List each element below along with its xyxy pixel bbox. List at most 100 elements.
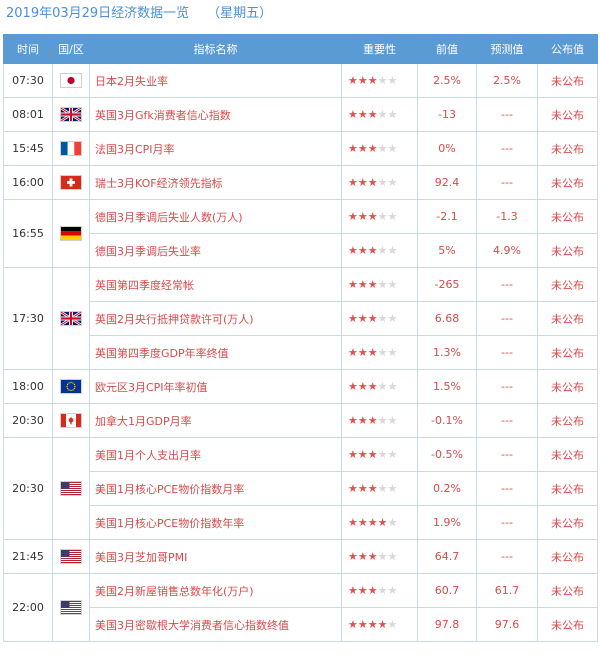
switzerland-flag-icon [60,175,82,190]
france-flag-icon [60,141,82,156]
usa-flag-icon [60,549,82,564]
importance-stars: ★★★★★ [341,199,418,234]
forecast-value: 2.5% [476,63,538,98]
japan-flag-icon [60,73,82,88]
star-icon: ★ [387,142,398,155]
star-icon: ★ [348,584,358,597]
star-icon: ★ [367,414,378,427]
star-icon: ★ [387,550,398,563]
previous-value: 60.7 [417,573,477,608]
actual-value: 未公布 [537,471,598,506]
time-cell: 16:00 [3,165,53,200]
importance-stars: ★★★★★ [341,403,418,438]
star-icon: ★ [367,312,378,325]
table-body: 07:30 日本2月失业率 ★★★★★ 2.5% 2.5% 未公布 08:01 英国3月Gfk… [3,63,598,642]
star-icon: ★ [357,346,368,359]
time-cell: 15:45 [3,131,53,166]
forecast-value: 61.7 [476,573,538,608]
forecast-value: --- [476,369,538,404]
previous-value: 64.7 [417,539,477,574]
table-row: 美国1月核心PCE物价指数月率 ★★★★★ 0.2% --- 未公布 [4,471,598,506]
star-icon: ★ [377,380,388,393]
country-cell [52,369,90,404]
star-icon: ★ [367,108,378,121]
star-icon: ★ [367,346,378,359]
time-cell: 20:30 [3,437,53,540]
actual-value: 未公布 [537,505,598,540]
economic-data-table: 时间 国/区 指标名称 重要性 前值 预测值 公布值 07:30 日本2月失业率 ★… [3,34,598,642]
previous-value: -13 [417,97,477,132]
star-icon: ★ [348,108,358,121]
star-icon: ★ [357,414,368,427]
uk-flag-icon [60,107,82,122]
importance-stars: ★★★★★ [341,573,418,608]
table-row: 20:30 美国1月个人支出月率 ★★★★★ -0.5% --- 未公布 [3,437,598,540]
star-icon: ★ [348,176,358,189]
time-cell: 21:45 [3,539,53,574]
star-icon: ★ [357,244,368,257]
country-cell [52,131,90,166]
importance-stars: ★★★★★ [341,131,418,166]
indicator-name: 美国3月芝加哥PMI [89,539,342,574]
country-cell [52,573,90,642]
importance-stars: ★★★★★ [341,539,418,574]
country-cell [52,267,90,370]
star-icon: ★ [357,142,368,155]
header-actual: 公布值 [537,34,598,64]
forecast-value: --- [476,165,538,200]
actual-value: 未公布 [537,131,598,166]
usa-flag-icon [60,481,82,496]
table-row: 英国2月央行抵押贷款许可(万人) ★★★★★ 6.68 --- 未公布 [4,301,598,336]
time-cell: 17:30 [3,267,53,370]
star-icon: ★ [377,516,388,529]
indicator-name: 英国2月央行抵押贷款许可(万人) [89,301,342,336]
star-icon: ★ [387,414,398,427]
star-icon: ★ [377,584,388,597]
star-icon: ★ [387,618,398,631]
indicator-name: 法国3月CPI月率 [89,131,342,166]
country-cell [52,437,90,540]
previous-value: 6.68 [417,301,477,336]
table-row: 美国3月密歇根大学消费者信心指数终值 ★★★★★ 97.8 97.6 未公布 [4,607,598,642]
table-row: 德国3月季调后失业率 ★★★★★ 5% 4.9% 未公布 [4,233,598,268]
star-icon: ★ [357,618,368,631]
forecast-value: --- [476,539,538,574]
star-icon: ★ [367,584,378,597]
importance-stars: ★★★★★ [341,267,418,302]
importance-stars: ★★★★★ [341,607,418,642]
previous-value: 92.4 [417,165,477,200]
star-icon: ★ [387,312,398,325]
star-icon: ★ [367,448,378,461]
time-cell: 07:30 [3,63,53,98]
header-importance: 重要性 [341,34,418,64]
eu-flag-icon [60,379,82,394]
importance-stars: ★★★★★ [341,165,418,200]
time-cell: 20:30 [3,403,53,438]
star-icon: ★ [348,346,358,359]
forecast-value: --- [476,505,538,540]
star-icon: ★ [377,550,388,563]
indicator-name: 英国第四季度经常帐 [89,267,342,302]
importance-stars: ★★★★★ [341,233,418,268]
star-icon: ★ [357,210,368,223]
uk-flag-icon [60,311,82,326]
star-icon: ★ [377,482,388,495]
star-icon: ★ [387,74,398,87]
star-icon: ★ [387,346,398,359]
table-row: 22:00 美国2月新屋销售总数年化(万户) ★★★★★ 60.7 61.7 未公布 [3,573,598,642]
star-icon: ★ [387,108,398,121]
actual-value: 未公布 [537,97,598,132]
indicator-name: 英国第四季度GDP年率终值 [89,335,342,370]
previous-value: 0% [417,131,477,166]
star-icon: ★ [348,244,358,257]
forecast-value: --- [476,335,538,370]
star-icon: ★ [367,516,378,529]
forecast-value: 4.9% [476,233,538,268]
star-icon: ★ [377,278,388,291]
star-icon: ★ [348,448,358,461]
star-icon: ★ [377,142,388,155]
star-icon: ★ [357,482,368,495]
forecast-value: --- [476,97,538,132]
star-icon: ★ [357,312,368,325]
star-icon: ★ [377,108,388,121]
